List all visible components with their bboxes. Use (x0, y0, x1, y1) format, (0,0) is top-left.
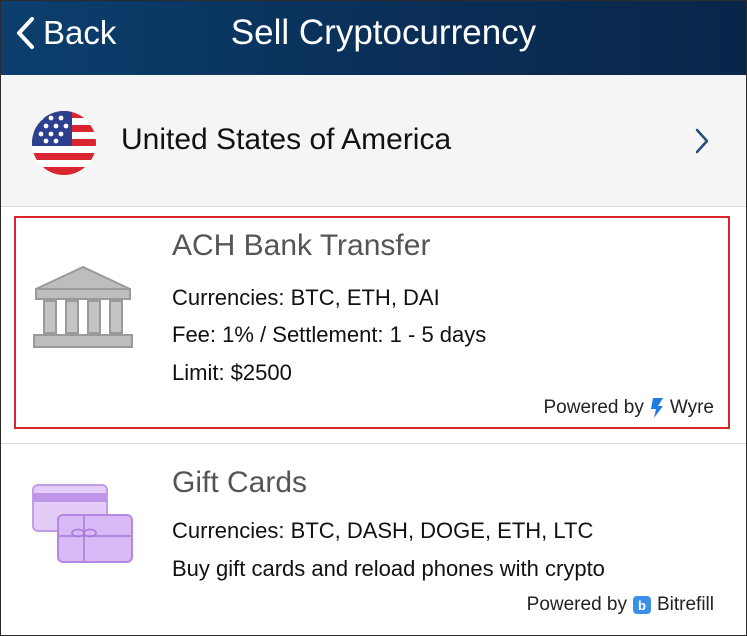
country-selector[interactable]: United States of America (1, 75, 746, 207)
ach-bank-transfer-option[interactable]: ACH Bank Transfer Currencies: BTC, ETH, … (1, 207, 746, 444)
country-name: United States of America (121, 123, 452, 156)
option-limit: Limit: $2500 (172, 360, 292, 385)
nav-header: Back Sell Cryptocurrency (1, 1, 746, 75)
svg-text:b: b (638, 598, 646, 613)
provider-name: Bitrefill (656, 594, 714, 615)
page-title: Sell Cryptocurrency (230, 13, 537, 52)
bank-icon (33, 265, 133, 348)
powered-by-label: Powered by (543, 397, 644, 418)
option-fee: Fee: 1% / Settlement: 1 - 5 days (172, 322, 487, 347)
bitrefill-logo-icon: b (632, 596, 651, 614)
option-description: Buy gift cards and reload phones with cr… (172, 556, 605, 581)
powered-by-label: Powered by (526, 594, 627, 615)
gift-cards-option[interactable]: Gift Cards Currencies: BTC, DASH, DOGE, … (1, 444, 746, 635)
powered-by: Powered by b Bitrefill (527, 594, 714, 616)
chevron-right-icon (695, 128, 709, 154)
option-currencies: Currencies: BTC, DASH, DOGE, ETH, LTC (172, 518, 594, 543)
option-title: Gift Cards (172, 466, 308, 499)
sell-crypto-screen: Back Sell Cryptocurrency United States o… (0, 0, 747, 636)
provider-name: Wyre (669, 397, 714, 418)
wyre-logo-icon (650, 398, 663, 418)
powered-by: Powered by Wyre (543, 397, 714, 419)
option-title: ACH Bank Transfer (172, 229, 431, 262)
option-currencies: Currencies: BTC, ETH, DAI (172, 285, 440, 310)
gift-card-icon (32, 484, 133, 563)
usa-flag-icon (32, 111, 96, 175)
